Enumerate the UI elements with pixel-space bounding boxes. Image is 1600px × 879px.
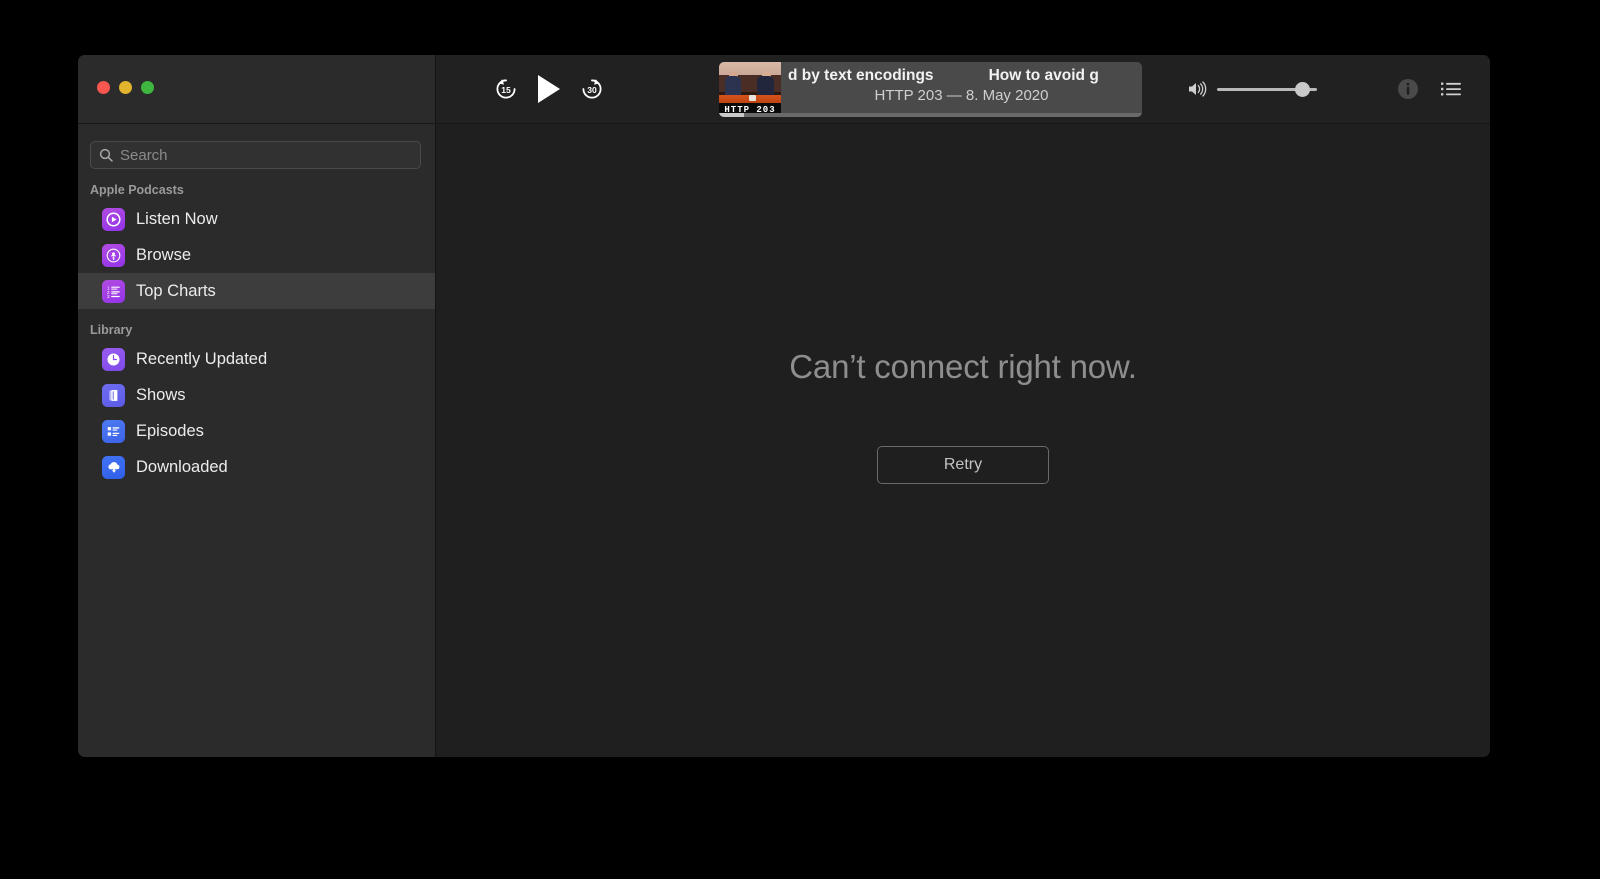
browse-antenna-icon xyxy=(102,243,125,267)
clock-icon xyxy=(102,347,125,371)
now-playing-title-part-1: d by text encodings xyxy=(788,67,934,84)
playback-progress-fill xyxy=(719,113,745,117)
volume-control xyxy=(1188,81,1317,97)
now-playing-panel[interactable]: HTTP 203 d by text encodings How to avoi… xyxy=(719,62,1142,117)
info-circle-icon[interactable] xyxy=(1397,78,1419,100)
skip-forward-30-icon: 30 xyxy=(582,79,602,99)
maximize-window-button[interactable] xyxy=(141,81,154,94)
playback-progress-bar[interactable] xyxy=(719,113,1142,117)
play-icon xyxy=(538,75,560,103)
sidebar: Apple Podcasts Listen Now xyxy=(78,124,436,757)
sidebar-item-episodes[interactable]: Episodes xyxy=(78,413,435,449)
now-playing-title: d by text encodings How to avoid g xyxy=(781,67,1142,85)
svg-text:15: 15 xyxy=(501,85,511,95)
traffic-lights xyxy=(97,81,154,94)
skip-forward-30-button[interactable]: 30 xyxy=(579,76,605,102)
search-icon xyxy=(99,148,113,162)
podcasts-window: 15 30 HTTP 203 d by text encodings How t… xyxy=(78,55,1490,757)
now-playing-text: d by text encodings How to avoid g HTTP … xyxy=(781,62,1142,117)
sidebar-item-listen-now[interactable]: Listen Now xyxy=(78,201,435,237)
sidebar-item-shows[interactable]: Shows xyxy=(78,377,435,413)
up-next-list-icon[interactable] xyxy=(1441,81,1461,97)
window-body: Apple Podcasts Listen Now xyxy=(78,124,1490,757)
books-icon xyxy=(102,383,125,407)
content-area: Can’t connect right now. Retry xyxy=(436,124,1490,757)
section-title-apple-podcasts: Apple Podcasts xyxy=(90,183,184,197)
sidebar-item-top-charts[interactable]: 1 2 3 Top Charts xyxy=(78,273,435,309)
now-playing-title-part-2: How to avoid g xyxy=(988,67,1099,84)
listen-now-icon xyxy=(102,207,125,231)
sidebar-item-label: Shows xyxy=(136,385,186,404)
now-playing-artwork: HTTP 203 xyxy=(719,62,781,117)
volume-slider[interactable] xyxy=(1217,82,1317,97)
volume-high-icon[interactable] xyxy=(1188,81,1207,97)
sidebar-item-downloaded[interactable]: Downloaded xyxy=(78,449,435,485)
sidebar-item-label: Downloaded xyxy=(136,457,228,476)
toolbar: 15 30 HTTP 203 d by text encodings How t… xyxy=(78,55,1490,124)
top-charts-list-icon: 1 2 3 xyxy=(102,279,125,303)
sidebar-item-label: Recently Updated xyxy=(136,349,268,368)
sidebar-item-label: Listen Now xyxy=(136,209,218,228)
transport-controls: 15 30 xyxy=(493,73,605,105)
sidebar-item-recently-updated[interactable]: Recently Updated xyxy=(78,341,435,377)
section-title-library: Library xyxy=(90,323,133,337)
svg-text:30: 30 xyxy=(587,85,597,95)
minimize-window-button[interactable] xyxy=(119,81,132,94)
now-playing-subtitle: HTTP 203 — 8. May 2020 xyxy=(874,87,1049,104)
sidebar-item-browse[interactable]: Browse xyxy=(78,237,435,273)
play-button[interactable] xyxy=(535,73,563,105)
close-window-button[interactable] xyxy=(97,81,110,94)
search-input[interactable] xyxy=(120,146,412,164)
search-field[interactable] xyxy=(90,141,421,169)
toolbar-sidebar-zone xyxy=(78,55,436,123)
volume-knob[interactable] xyxy=(1294,82,1310,97)
skip-back-15-icon: 15 xyxy=(496,79,516,99)
sidebar-item-label: Top Charts xyxy=(136,281,216,300)
sidebar-item-label: Episodes xyxy=(136,421,204,440)
toolbar-main: 15 30 HTTP 203 d by text encodings How t… xyxy=(436,55,1490,123)
svg-text:3: 3 xyxy=(107,294,110,299)
error-message: Can’t connect right now. xyxy=(789,347,1137,385)
sidebar-item-label: Browse xyxy=(136,245,192,264)
skip-back-15-button[interactable]: 15 xyxy=(493,76,519,102)
cloud-download-icon xyxy=(102,455,125,479)
toolbar-right-controls xyxy=(1397,78,1461,100)
episodes-list-icon xyxy=(102,419,125,443)
retry-button[interactable]: Retry xyxy=(877,445,1049,484)
